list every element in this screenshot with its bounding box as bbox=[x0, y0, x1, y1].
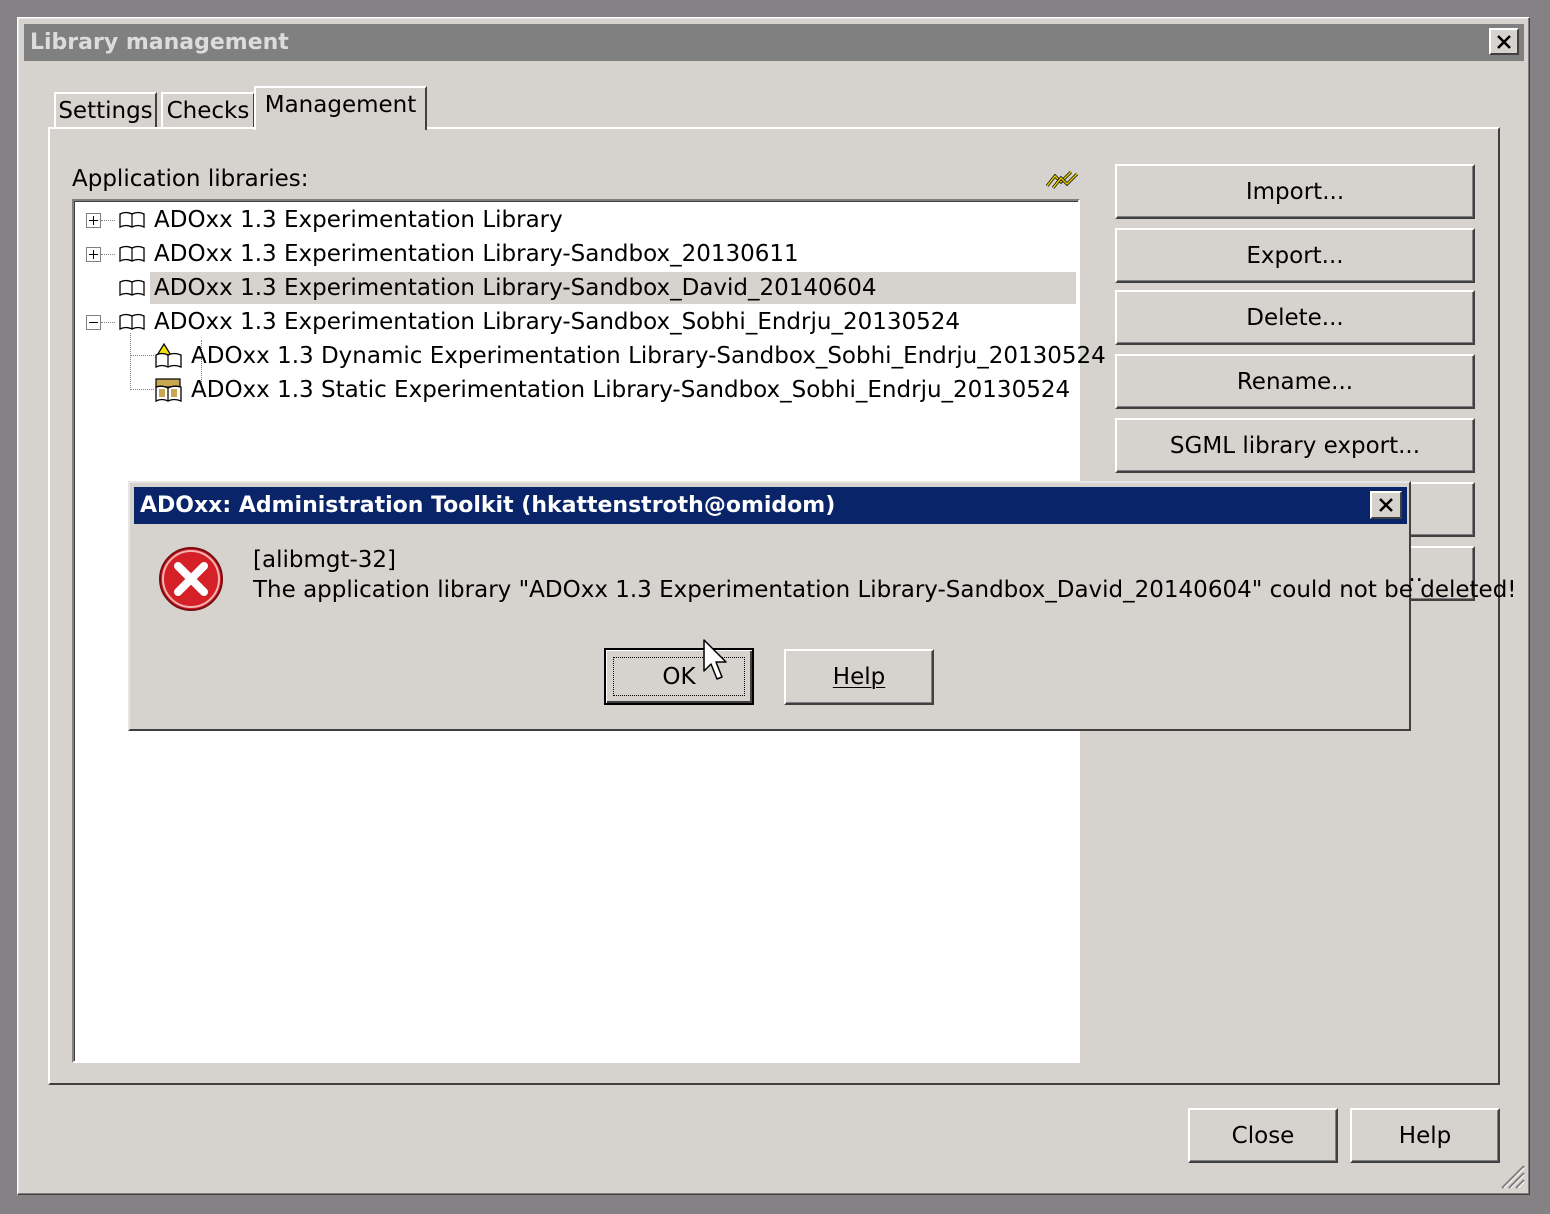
tree-item-library[interactable]: ADOxx 1.3 Experimentation Library bbox=[74, 204, 1074, 236]
tab-management[interactable]: Management bbox=[254, 86, 427, 130]
close-icon bbox=[1379, 498, 1393, 512]
tree-item-library[interactable]: ADOxx 1.3 Experimentation Library-Sandbo… bbox=[74, 306, 1074, 338]
help-button[interactable]: Help bbox=[1350, 1108, 1500, 1163]
collapse-icon[interactable] bbox=[86, 315, 101, 330]
export-button[interactable]: Export... bbox=[1115, 228, 1475, 283]
window-close-button[interactable] bbox=[1489, 28, 1519, 55]
error-code: [alibmgt-32] bbox=[253, 547, 397, 573]
tree-item-library-selected[interactable]: ADOxx 1.3 Experimentation Library-Sandbo… bbox=[150, 272, 1076, 304]
tab-settings[interactable]: Settings bbox=[54, 92, 157, 130]
sgml-export-button[interactable]: SGML library export... bbox=[1115, 418, 1475, 473]
book-icon bbox=[119, 279, 145, 297]
error-icon bbox=[159, 547, 223, 611]
tree-item-label: ADOxx 1.3 Experimentation Library bbox=[154, 207, 563, 233]
dialog-titlebar[interactable]: ADOxx: Administration Toolkit (hkattenst… bbox=[134, 487, 1407, 524]
tree-item-library[interactable]: ADOxx 1.3 Experimentation Library-Sandbo… bbox=[74, 238, 1074, 270]
expand-icon[interactable] bbox=[86, 247, 101, 262]
sgml-export-button-label: SGML library export... bbox=[1169, 432, 1421, 459]
export-button-label: Export... bbox=[1246, 242, 1344, 269]
tree-item-label: ADOxx 1.3 Experimentation Library-Sandbo… bbox=[154, 241, 799, 267]
book-icon bbox=[119, 211, 145, 229]
delete-button[interactable]: Delete... bbox=[1115, 290, 1475, 345]
mouse-cursor-icon bbox=[703, 639, 727, 680]
tree-item-label: ADOxx 1.3 Experimentation Library-Sandbo… bbox=[154, 309, 961, 335]
resize-grip-icon[interactable] bbox=[1496, 1160, 1526, 1190]
import-button-label: Import... bbox=[1245, 178, 1345, 205]
ok-button[interactable]: OK bbox=[604, 648, 754, 705]
window-title: Library management bbox=[30, 30, 289, 55]
tree-item-static-library[interactable]: ADOxx 1.3 Static Experimentation Library… bbox=[74, 374, 1074, 406]
tree-item-label: ADOxx 1.3 Experimentation Library-Sandbo… bbox=[154, 275, 877, 301]
tab-checks[interactable]: Checks bbox=[161, 92, 255, 130]
delete-button-label: Delete... bbox=[1246, 304, 1344, 331]
book-icon bbox=[119, 245, 145, 263]
error-dialog: ADOxx: Administration Toolkit (hkattenst… bbox=[128, 481, 1517, 731]
dialog-close-button[interactable] bbox=[1370, 491, 1402, 519]
dialog-title: ADOxx: Administration Toolkit (hkattenst… bbox=[140, 493, 836, 518]
refresh-icon[interactable] bbox=[1045, 168, 1079, 194]
expand-icon[interactable] bbox=[86, 213, 101, 228]
dialog-help-button[interactable]: Help bbox=[784, 649, 934, 705]
dynamic-library-icon bbox=[154, 343, 182, 369]
section-label: Application libraries: bbox=[72, 166, 309, 192]
rename-button[interactable]: Rename... bbox=[1115, 354, 1475, 409]
tab-checks-label: Checks bbox=[166, 98, 250, 124]
import-button[interactable]: Import... bbox=[1115, 164, 1475, 219]
tab-management-label: Management bbox=[264, 92, 417, 118]
rename-button-label: Rename... bbox=[1236, 368, 1354, 395]
close-icon bbox=[1497, 34, 1511, 49]
tree-item-label: ADOxx 1.3 Static Experimentation Library… bbox=[191, 377, 1071, 403]
tab-settings-label: Settings bbox=[58, 98, 153, 124]
tree-item-dynamic-library[interactable]: ADOxx 1.3 Dynamic Experimentation Librar… bbox=[74, 340, 1106, 372]
close-button[interactable]: Close bbox=[1188, 1108, 1338, 1163]
error-message: The application library "ADOxx 1.3 Exper… bbox=[253, 577, 1517, 603]
static-library-icon bbox=[155, 378, 182, 403]
book-icon bbox=[119, 313, 145, 331]
tree-item-label: ADOxx 1.3 Dynamic Experimentation Librar… bbox=[191, 343, 1106, 369]
window-titlebar[interactable]: Library management bbox=[24, 24, 1524, 61]
close-button-label: Close bbox=[1231, 1122, 1295, 1149]
help-button-label: Help bbox=[1398, 1122, 1452, 1149]
dialog-help-button-label: Help bbox=[832, 664, 886, 690]
